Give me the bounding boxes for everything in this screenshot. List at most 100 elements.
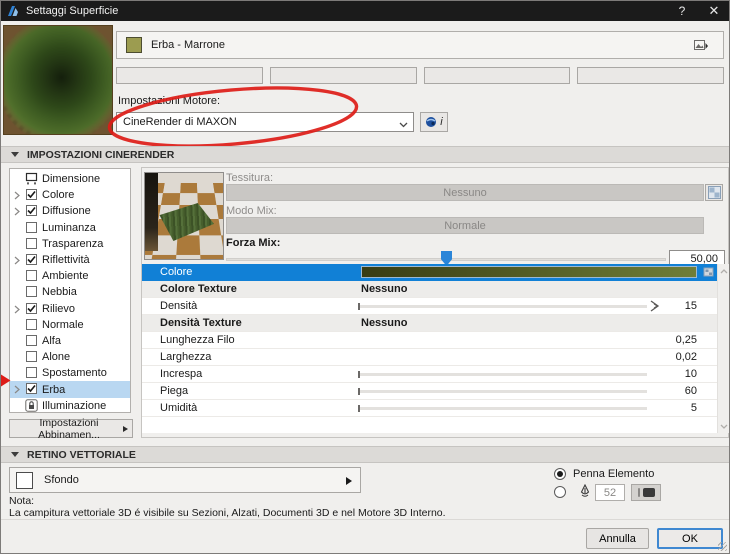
chevron-right-icon[interactable] — [14, 256, 20, 268]
channel-label: Riflettività — [42, 254, 90, 267]
grass-param-row[interactable]: Increspa 10 10 — [142, 366, 717, 383]
channel-item[interactable]: Colore — [10, 187, 130, 203]
channel-checkbox[interactable] — [26, 334, 37, 346]
material-action-buttons — [116, 67, 724, 84]
mix-strength-label: Forza Mix: — [226, 237, 281, 249]
channel-item[interactable]: Illuminazione — [10, 398, 130, 412]
channel-checkbox[interactable] — [26, 253, 37, 265]
chevron-right-icon[interactable] — [14, 191, 20, 203]
channel-checkbox[interactable] — [26, 318, 37, 330]
channel-checkbox[interactable] — [26, 383, 37, 395]
channel-checkbox[interactable] — [26, 286, 37, 298]
material-action-button[interactable] — [116, 67, 263, 84]
channel-label: Nebbia — [42, 286, 77, 299]
material-action-button[interactable] — [423, 67, 571, 84]
material-preview-thumbnail — [3, 25, 113, 135]
dimension-icon — [25, 172, 38, 188]
channel-item[interactable]: Diffusione — [10, 203, 130, 219]
grass-param-row[interactable]: Densità Texture Nessuno Nessuno — [142, 315, 717, 332]
table-scrollbar[interactable] — [717, 264, 729, 433]
fill-name: Sfondo — [44, 474, 79, 486]
window-title: Settaggi Superficie — [26, 5, 119, 17]
channel-item[interactable]: Trasparenza — [10, 236, 130, 252]
grass-param-row[interactable]: Lunghezza Filo 0,25 0,25 — [142, 332, 717, 349]
param-slider[interactable] — [358, 388, 647, 395]
param-label: Lunghezza Filo — [160, 334, 235, 346]
surface-settings-dialog: Settaggi Superficie ? ✕ Erba - Marrone I… — [0, 0, 730, 554]
param-label: Increspa — [160, 368, 203, 380]
param-slider[interactable] — [358, 371, 647, 378]
param-label: Colore Texture — [160, 283, 237, 295]
channel-checkbox[interactable] — [26, 221, 37, 233]
matching-settings-button[interactable]: Impostazioni Abbinamen... — [9, 417, 133, 441]
chevron-right-icon[interactable] — [14, 305, 20, 317]
grass-param-row[interactable]: Colore — [142, 264, 717, 281]
channel-checkbox[interactable] — [26, 270, 37, 282]
cancel-button[interactable]: Annulla — [586, 528, 649, 549]
channel-item[interactable]: Alone — [10, 349, 130, 365]
engine-info-button[interactable]: i — [420, 112, 448, 132]
help-button[interactable]: ? — [667, 1, 697, 21]
collapse-triangle-icon — [11, 452, 19, 457]
engine-select[interactable]: CineRender di MAXON — [116, 112, 414, 132]
channel-checkbox[interactable] — [26, 302, 37, 314]
color-picker-icon[interactable] — [703, 266, 715, 281]
param-label: Colore — [160, 266, 193, 278]
channel-item[interactable]: Erba — [10, 381, 130, 398]
texture-slot-button[interactable] — [705, 184, 723, 201]
pen-attribute-icon[interactable] — [649, 300, 660, 315]
channel-label: Erba — [42, 383, 66, 396]
pen-custom-radio[interactable] — [554, 486, 566, 498]
channel-item[interactable]: Ambiente — [10, 268, 130, 284]
param-slider[interactable] — [358, 405, 647, 412]
resize-grip[interactable] — [718, 542, 727, 551]
engine-selected-value: CineRender di MAXON — [123, 116, 237, 128]
material-picker-icon[interactable] — [694, 38, 716, 53]
grass-render-preview — [144, 172, 224, 260]
pen-element-label: Penna Elemento — [573, 468, 655, 480]
param-value-texture: Nessuno — [361, 283, 408, 295]
channel-tree: Dimensione Colore Diffusione Luminanza T… — [9, 168, 131, 413]
grass-param-row[interactable]: Piega 60 60 — [142, 383, 717, 400]
chevron-right-icon[interactable] — [14, 385, 20, 397]
channel-checkbox[interactable] — [26, 351, 37, 363]
close-button[interactable]: ✕ — [699, 1, 729, 21]
channel-item[interactable]: Normale — [10, 317, 130, 333]
scroll-up-icon[interactable] — [718, 265, 729, 277]
channel-item[interactable]: Riflettività — [10, 252, 130, 268]
ok-button[interactable]: OK — [657, 528, 723, 549]
material-selector[interactable]: Erba - Marrone — [116, 31, 724, 59]
channel-checkbox[interactable] — [26, 367, 37, 379]
material-action-button[interactable] — [269, 67, 417, 84]
section-header-cinerender[interactable]: IMPOSTAZIONI CINERENDER — [1, 146, 729, 163]
channel-item[interactable]: Spostamento — [10, 365, 130, 381]
pen-number-field: 52 — [595, 484, 625, 501]
pen-element-radio[interactable] — [554, 468, 566, 480]
param-slider[interactable] — [358, 303, 647, 310]
grass-ball-image — [4, 26, 112, 134]
section-header-retino[interactable]: RETINO VETTORIALE — [1, 446, 729, 463]
vector-fill-select[interactable]: Sfondo — [9, 467, 361, 493]
material-action-button[interactable] — [577, 67, 724, 84]
chevron-down-icon — [399, 119, 408, 131]
channel-checkbox[interactable] — [26, 237, 37, 249]
chevron-right-icon[interactable] — [14, 207, 20, 219]
preview-shadow — [145, 173, 158, 251]
grass-param-row[interactable]: Umidità 5 5 — [142, 400, 717, 417]
channel-checkbox[interactable] — [26, 189, 37, 201]
fountain-pen-icon — [579, 483, 591, 502]
channel-item[interactable]: Rilievo — [10, 301, 130, 317]
grass-param-row[interactable]: Colore Texture Nessuno Nessuno — [142, 281, 717, 298]
channel-checkbox[interactable] — [26, 205, 37, 217]
material-name: Erba - Marrone — [151, 39, 225, 51]
pen-color-button[interactable] — [631, 484, 661, 501]
scroll-down-icon[interactable] — [718, 420, 729, 432]
grass-param-row[interactable]: Densità 15 15 — [142, 298, 717, 315]
channel-item[interactable]: Alfa — [10, 333, 130, 349]
channel-item[interactable]: Luminanza — [10, 220, 130, 236]
channel-item[interactable]: Dimensione — [10, 171, 130, 187]
grass-color-gradient[interactable] — [361, 266, 697, 278]
grass-param-row[interactable]: Larghezza 0,02 0,02 — [142, 349, 717, 366]
channel-item[interactable]: Nebbia — [10, 284, 130, 300]
note-label: Nota: — [9, 495, 35, 507]
